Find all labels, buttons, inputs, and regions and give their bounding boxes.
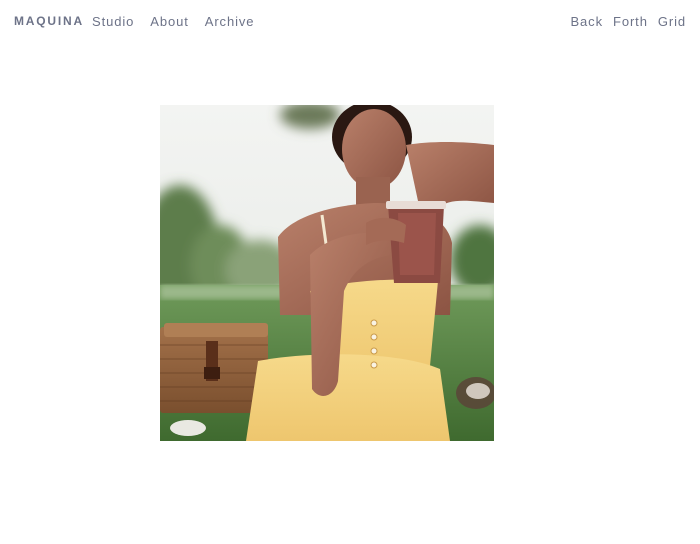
gallery-photo[interactable] xyxy=(160,105,494,441)
photo-image xyxy=(160,105,494,441)
nav-link-forth[interactable]: Forth xyxy=(613,14,648,30)
nav-link-studio[interactable]: Studio xyxy=(92,14,134,30)
top-navigation: MAQUINA Studio About Archive Back Forth … xyxy=(0,14,700,30)
nav-link-about[interactable]: About xyxy=(150,14,188,30)
gallery-nav: Back Forth Grid xyxy=(570,14,686,30)
nav-link-back[interactable]: Back xyxy=(570,14,603,30)
primary-nav: Studio About Archive xyxy=(92,14,254,30)
nav-link-archive[interactable]: Archive xyxy=(205,14,255,30)
brand-logo-link[interactable]: MAQUINA xyxy=(14,14,84,28)
nav-link-grid[interactable]: Grid xyxy=(658,14,686,30)
page: MAQUINA Studio About Archive Back Forth … xyxy=(0,0,700,544)
